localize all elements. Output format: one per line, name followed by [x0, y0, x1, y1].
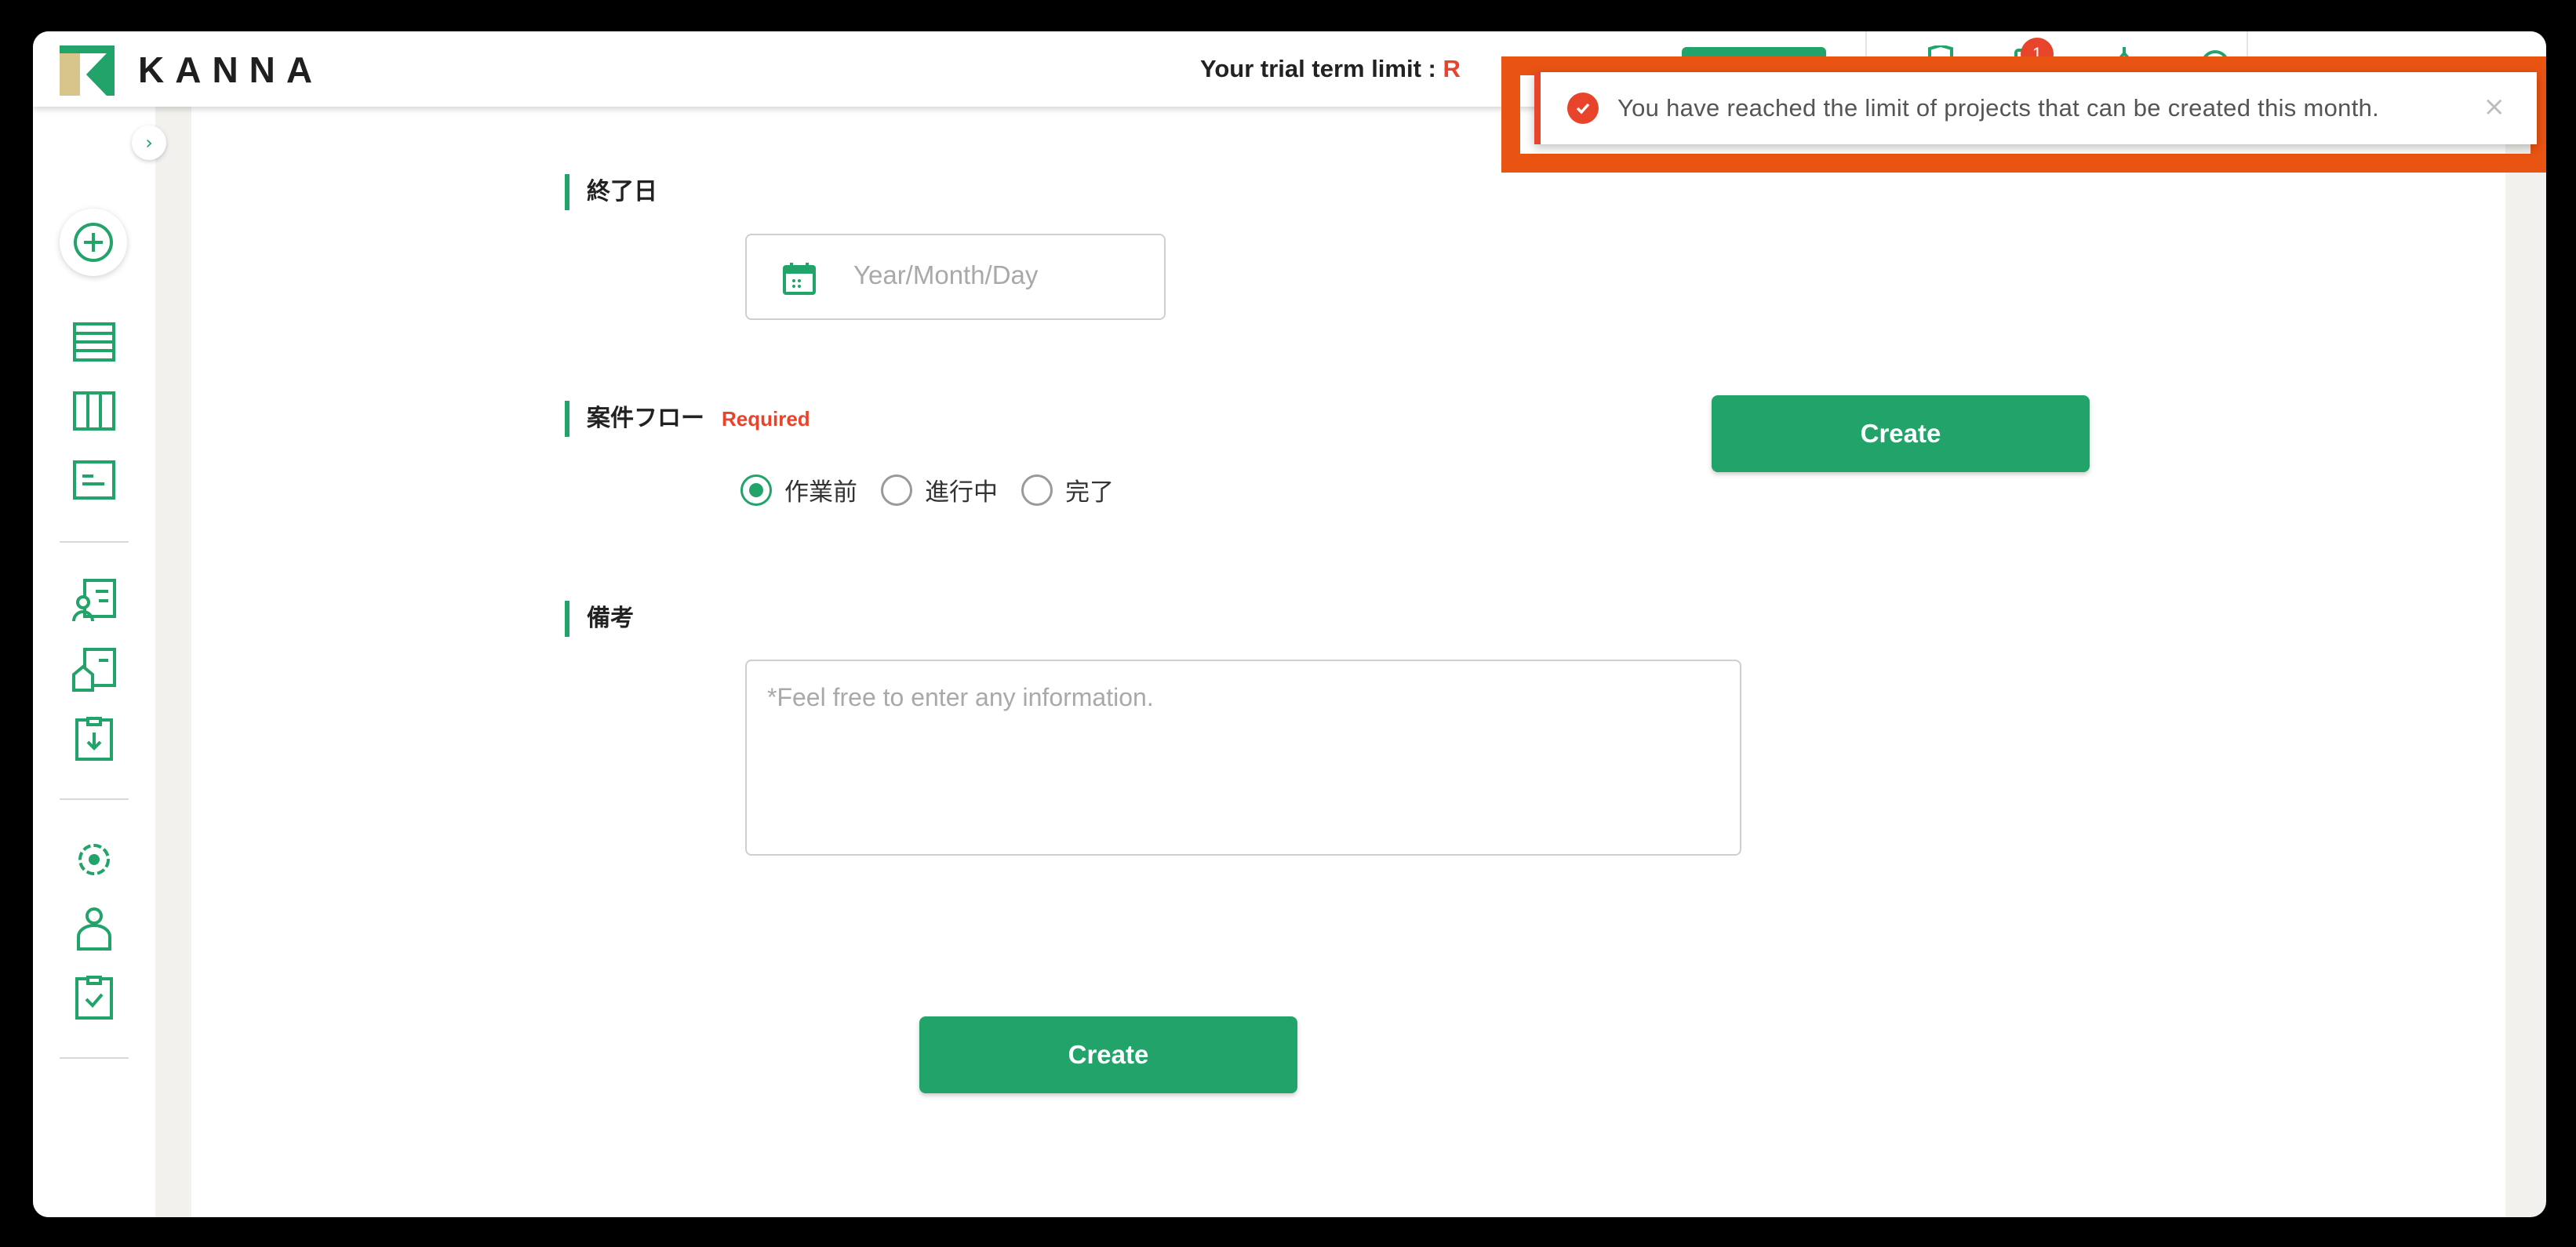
- required-tag: Required: [722, 407, 810, 431]
- columns-icon: [73, 391, 115, 431]
- list-icon: [73, 322, 115, 362]
- create-button-top[interactable]: Create: [1712, 395, 2090, 472]
- create-button-bottom[interactable]: Create: [919, 1016, 1297, 1093]
- radio-checked-icon: [740, 474, 772, 506]
- end-date-input[interactable]: Year/Month/Day: [745, 234, 1166, 320]
- chevron-right-icon: ›: [145, 132, 153, 154]
- sidebar-divider: [60, 798, 129, 800]
- flow-option-done[interactable]: 完了: [1021, 472, 1114, 507]
- kanna-logo[interactable]: [60, 45, 115, 96]
- check-circle-icon: [1567, 93, 1599, 124]
- sidebar-item-columns[interactable]: [71, 387, 118, 434]
- notes-label: 備考: [565, 601, 634, 637]
- project-form: 終了日 Year/Month/Day 案件フロー Required 作業前 進行中: [191, 107, 2505, 1217]
- notes-placeholder: *Feel free to enter any information.: [767, 683, 1154, 711]
- app-window: KANNA Your trial term limit : R 1 › 終了日 …: [33, 31, 2546, 1217]
- sidebar-toggle-button[interactable]: ›: [132, 125, 166, 160]
- user-icon: [77, 907, 111, 951]
- sidebar-item-settings[interactable]: [71, 836, 118, 883]
- download-clipboard-icon: [75, 717, 113, 761]
- gear-icon: [78, 844, 110, 875]
- board-icon: [73, 460, 115, 500]
- flow-radio-group: 作業前 進行中 完了: [740, 472, 1137, 507]
- limit-toast: You have reached the limit of projects t…: [1534, 72, 2537, 144]
- sidebar-item-list[interactable]: [71, 318, 118, 365]
- notes-textarea[interactable]: *Feel free to enter any information.: [745, 660, 1741, 856]
- flow-option-in-progress[interactable]: 進行中: [881, 472, 998, 507]
- calendar-icon: [783, 263, 816, 295]
- trial-label: Your trial term limit :: [1200, 55, 1443, 82]
- sidebar: ›: [33, 107, 166, 1217]
- plus-circle-icon: [74, 223, 113, 262]
- date-placeholder: Year/Month/Day: [853, 260, 1039, 289]
- radio-unchecked-icon: [1021, 474, 1053, 506]
- sidebar-divider: [60, 541, 129, 543]
- check-clipboard-icon: [75, 976, 113, 1020]
- building-card-icon: [72, 648, 116, 692]
- sidebar-item-download[interactable]: [71, 715, 118, 762]
- flow-option-before[interactable]: 作業前: [740, 472, 857, 507]
- sidebar-item-checklist[interactable]: [71, 974, 118, 1021]
- sidebar-item-board[interactable]: [71, 456, 118, 504]
- flow-label: 案件フロー Required: [565, 401, 810, 437]
- trial-term-limit: Your trial term limit : R: [1200, 55, 1461, 83]
- sidebar-item-building[interactable]: [71, 646, 118, 693]
- close-icon[interactable]: ×: [2483, 91, 2506, 122]
- radio-unchecked-icon: [881, 474, 912, 506]
- client-card-icon: [72, 579, 116, 622]
- trial-value: R: [1443, 55, 1461, 82]
- create-project-button[interactable]: [60, 209, 127, 276]
- sidebar-item-user[interactable]: [71, 905, 118, 952]
- logo-text: KANNA: [138, 49, 324, 90]
- end-date-label: 終了日: [565, 174, 657, 210]
- toast-message: You have reached the limit of projects t…: [1617, 94, 2380, 122]
- sidebar-divider: [60, 1057, 129, 1059]
- sidebar-item-client[interactable]: [71, 577, 118, 624]
